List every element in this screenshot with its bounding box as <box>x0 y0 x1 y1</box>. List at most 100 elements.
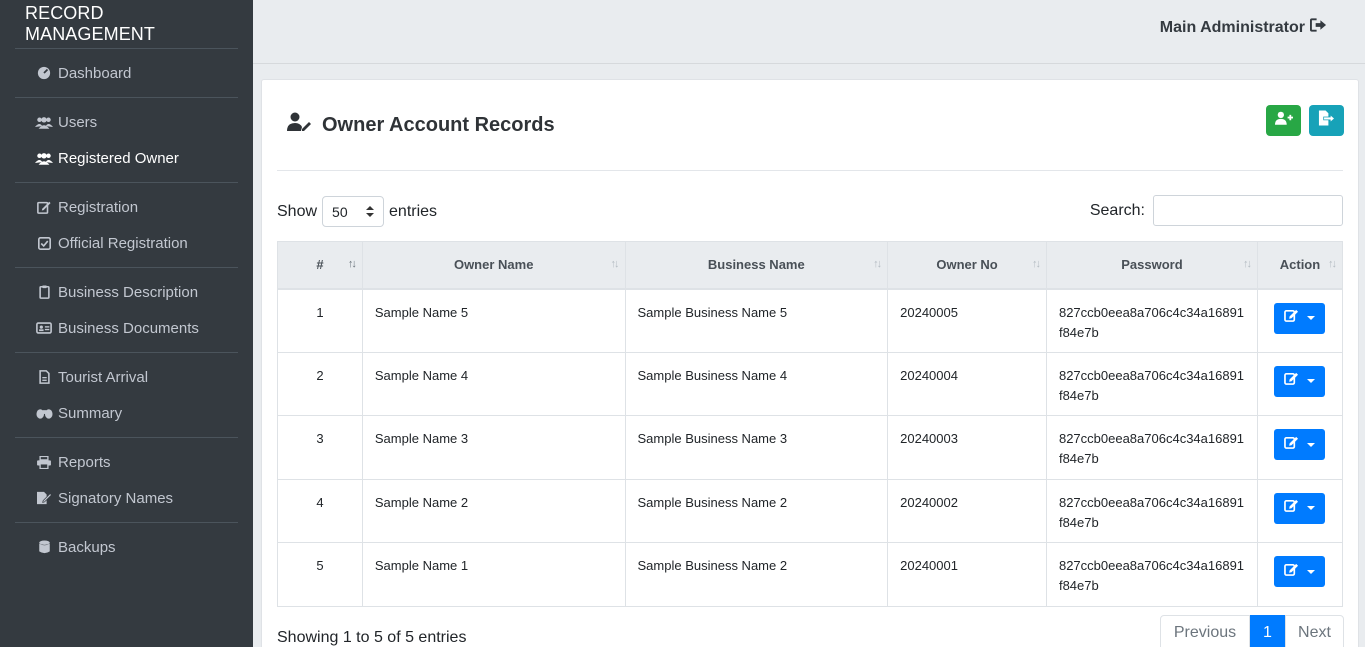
cell-num: 1 <box>277 288 363 353</box>
users-icon <box>35 116 53 129</box>
column-label: # <box>316 257 324 273</box>
sidebar-item-label: Users <box>58 113 98 131</box>
sidebar-item-signatory-names[interactable]: Signatory Names <box>15 480 238 516</box>
sidebar-item-business-description[interactable]: Business Description <box>15 274 238 310</box>
sort-icon: ↑↓ <box>1031 258 1041 270</box>
sidebar-item-registered-owner[interactable]: Registered Owner <box>15 140 238 176</box>
binoculars-icon <box>35 407 53 419</box>
password-line: f84e7b <box>1058 514 1099 530</box>
caret-down-icon <box>1306 379 1315 384</box>
column-header-business-name[interactable]: Business Name ↑↓ <box>624 241 889 290</box>
table-row: 3 Sample Name 3 Sample Business Name 3 2… <box>277 415 1344 480</box>
select-arrows-icon <box>366 204 375 220</box>
previous-page-button[interactable]: Previous <box>1160 615 1250 647</box>
cell-password: 827ccb0eea8a706c4c34a16891 f84e7b <box>1045 542 1258 607</box>
caret-down-icon <box>1306 316 1315 320</box>
records-card: Owner Account Records Show 50 entries Se… <box>261 79 1359 647</box>
sort-icon: ↑↓ <box>610 258 620 270</box>
edit-icon <box>1284 498 1299 518</box>
dashboard-icon <box>35 66 53 80</box>
column-header-owner-no[interactable]: Owner No ↑↓ <box>887 241 1047 290</box>
page-1-button[interactable]: 1 <box>1250 615 1285 647</box>
sidebar-item-business-documents[interactable]: Business Documents <box>15 310 238 346</box>
column-label: Owner No <box>936 257 998 273</box>
cell-action <box>1256 415 1344 480</box>
table-row: 4 Sample Name 2 Sample Business Name 2 2… <box>277 478 1344 544</box>
cell-owner-no: 20240005 <box>887 288 1047 353</box>
row-action-button[interactable] <box>1273 429 1325 461</box>
cell-action <box>1256 288 1344 353</box>
password-line: f84e7b <box>1058 451 1099 467</box>
cell-action <box>1256 351 1344 417</box>
entries-select[interactable]: 50 <box>322 196 385 227</box>
sort-icon: ↑↓ <box>1328 258 1337 270</box>
user-plus-icon <box>1274 111 1293 130</box>
cell-password: 827ccb0eea8a706c4c34a16891 f84e7b <box>1045 288 1258 353</box>
sidebar-item-summary[interactable]: Summary <box>15 395 238 431</box>
column-header-owner-name[interactable]: Owner Name ↑↓ <box>361 241 626 290</box>
sidebar-item-label: Business Documents <box>58 319 199 337</box>
sign-out-icon[interactable] <box>1310 18 1327 37</box>
page-title-text: Owner Account Records <box>322 113 555 136</box>
edit-icon <box>1284 435 1299 455</box>
cell-owner-name: Sample Name 2 <box>361 478 626 544</box>
sidebar-item-backups[interactable]: Backups <box>15 529 238 565</box>
sidebar-item-label: Registration <box>58 198 139 216</box>
sidebar-item-tourist-arrival[interactable]: Tourist Arrival <box>15 359 238 395</box>
nav-group-registration: Registration Official Registration <box>15 183 238 268</box>
password-line: 827ccb0eea8a706c4c34a16891 <box>1058 494 1245 510</box>
cell-owner-no: 20240001 <box>887 542 1047 607</box>
search-control: Search: <box>1090 195 1343 226</box>
search-input[interactable] <box>1153 195 1343 226</box>
search-label: Search: <box>1089 201 1145 219</box>
user-name: Main Administrator <box>1159 18 1305 36</box>
nav-group-users: Users Registered Owner <box>15 98 238 183</box>
sidebar-item-dashboard[interactable]: Dashboard <box>15 55 238 91</box>
next-page-button[interactable]: Next <box>1285 615 1344 647</box>
row-action-button[interactable] <box>1273 302 1325 334</box>
column-header-num[interactable]: # ↑↓ <box>277 241 363 290</box>
cell-owner-no: 20240004 <box>887 351 1047 417</box>
nav-group-reports: Reports Signatory Names <box>15 438 238 523</box>
cell-action <box>1256 542 1344 607</box>
sidebar-item-reports[interactable]: Reports <box>15 444 238 480</box>
row-action-button[interactable] <box>1273 365 1325 397</box>
pagination: Previous 1 Next <box>1160 615 1344 647</box>
add-owner-button[interactable] <box>1266 105 1301 136</box>
nav-group-tourism: Tourist Arrival Summary <box>15 353 238 438</box>
table-row: 1 Sample Name 5 Sample Business Name 5 2… <box>277 288 1344 353</box>
edit-icon <box>35 200 53 214</box>
app-brand[interactable]: RECORD MANAGEMENT <box>15 0 238 49</box>
cell-num: 5 <box>277 542 363 607</box>
sidebar-item-label: Dashboard <box>58 64 132 82</box>
sidebar-item-users[interactable]: Users <box>15 104 238 140</box>
nav-group-dashboard: Dashboard <box>15 49 238 98</box>
sidebar-item-label: Tourist Arrival <box>58 368 149 386</box>
cell-owner-name: Sample Name 3 <box>361 415 626 480</box>
export-button[interactable] <box>1309 105 1344 136</box>
cell-action <box>1256 478 1344 544</box>
entries-label: entries <box>389 202 438 220</box>
cell-num: 3 <box>277 415 363 480</box>
row-action-button[interactable] <box>1273 492 1325 524</box>
owner-records-table: # ↑↓ Owner Name ↑↓ Business Name ↑↓ Owner N… <box>277 241 1344 607</box>
password-line: 827ccb0eea8a706c4c34a16891 <box>1058 304 1245 320</box>
sidebar-item-official-registration[interactable]: Official Registration <box>15 225 238 261</box>
entries-control: Show 50 entries <box>277 196 437 227</box>
sidebar-item-registration[interactable]: Registration <box>15 189 238 225</box>
column-label: Password <box>1121 257 1183 273</box>
sidebar-item-label: Official Registration <box>58 234 188 252</box>
column-header-action[interactable]: Action ↑↓ <box>1256 241 1344 290</box>
signature-icon <box>35 491 53 505</box>
user-menu[interactable]: Main Administrator <box>1160 18 1327 37</box>
cell-owner-no: 20240003 <box>887 415 1047 480</box>
file-export-icon <box>1318 110 1336 131</box>
row-action-button[interactable] <box>1273 556 1325 588</box>
column-header-password[interactable]: Password ↑↓ <box>1045 241 1258 290</box>
cell-password: 827ccb0eea8a706c4c34a16891 f84e7b <box>1045 415 1258 480</box>
card-header: Owner Account Records <box>277 80 1344 171</box>
id-card-icon <box>35 322 53 334</box>
table-info: Showing 1 to 5 of 5 entries <box>277 629 467 646</box>
cell-owner-no: 20240002 <box>887 478 1047 544</box>
cell-password: 827ccb0eea8a706c4c34a16891 f84e7b <box>1045 478 1258 544</box>
